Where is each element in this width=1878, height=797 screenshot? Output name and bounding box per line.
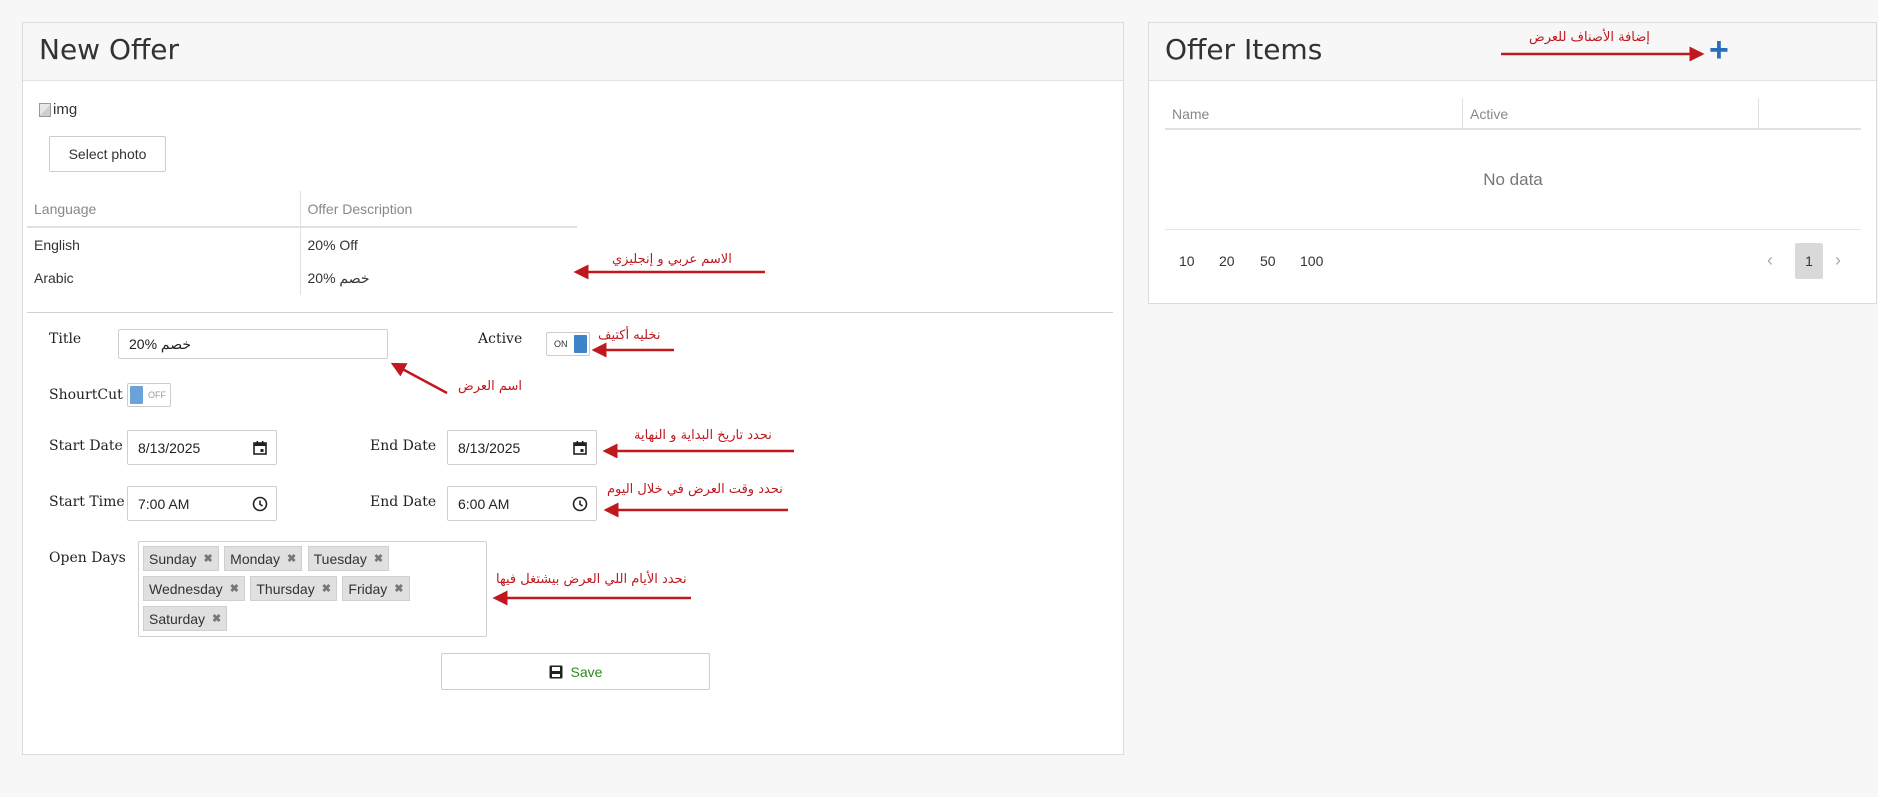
- start-date-input[interactable]: 8/13/2025: [127, 430, 277, 465]
- column-active[interactable]: Active: [1462, 98, 1758, 128]
- toggle-knob: [574, 335, 587, 353]
- page-size-50[interactable]: 50: [1260, 253, 1276, 269]
- day-tag-label: Tuesday: [313, 550, 367, 567]
- chevron-right-icon[interactable]: ›: [1835, 250, 1841, 271]
- shortcut-toggle-text: OFF: [148, 390, 166, 400]
- page-size-100[interactable]: 100: [1300, 253, 1323, 269]
- save-button-label: Save: [570, 663, 603, 680]
- start-date-label: Start Date: [49, 438, 123, 454]
- pagination: 10 20 50 100 ‹ 1 ›: [1165, 241, 1861, 281]
- day-tag-thursday: Thursday ✖: [250, 576, 337, 601]
- remove-icon[interactable]: ✖: [322, 582, 331, 595]
- end-time-value: 6:00 AM: [458, 495, 510, 512]
- offer-items-panel: Offer Items + Name Active No data 10 20 …: [1148, 22, 1877, 304]
- shortcut-label: ShourtCut: [49, 387, 123, 403]
- day-tag-sunday: Sunday ✖: [143, 546, 219, 571]
- save-icon: [549, 665, 563, 678]
- empty-state: No data: [1165, 130, 1861, 230]
- remove-icon[interactable]: ✖: [394, 582, 403, 595]
- day-tag-label: Friday: [348, 580, 388, 597]
- day-tag-label: Sunday: [149, 550, 197, 567]
- column-offer-description[interactable]: Offer Description: [299, 191, 577, 228]
- toggle-knob: [130, 386, 143, 404]
- start-time-label: Start Time: [49, 494, 125, 510]
- offer-items-title: Offer Items: [1165, 33, 1323, 66]
- active-label: Active: [478, 331, 523, 347]
- day-tag-label: Monday: [230, 550, 280, 567]
- broken-image-icon: [39, 102, 51, 117]
- day-tag-tuesday: Tuesday ✖: [307, 546, 390, 571]
- title-label: Title: [49, 331, 82, 347]
- remove-icon[interactable]: ✖: [374, 552, 383, 565]
- day-tag-label: Thursday: [256, 580, 315, 597]
- language-cell: English: [34, 236, 80, 253]
- items-table-header: Name Active: [1165, 98, 1861, 130]
- annotation-times: نحدد وقت العرض في خلال اليوم: [607, 482, 783, 497]
- offer-image-alt: img: [53, 101, 78, 118]
- shortcut-toggle[interactable]: OFF: [127, 383, 171, 407]
- day-tag-label: Saturday: [149, 610, 206, 627]
- add-item-icon[interactable]: +: [1709, 33, 1729, 67]
- remove-icon[interactable]: ✖: [212, 612, 221, 625]
- page-size-20[interactable]: 20: [1219, 253, 1235, 269]
- column-actions: [1758, 98, 1861, 128]
- language-table-header: Language Offer Description: [27, 191, 577, 228]
- page-number[interactable]: 1: [1795, 243, 1823, 279]
- end-date-label: End Date: [370, 438, 437, 454]
- start-time-input[interactable]: 7:00 AM: [127, 486, 277, 521]
- clock-icon[interactable]: [572, 496, 588, 512]
- end-date-value: 8/13/2025: [458, 439, 521, 456]
- annotation-days: نحدد الأيام اللي العرض بيشتغل فيها: [496, 572, 687, 587]
- table-row[interactable]: English 20% Off: [27, 227, 577, 261]
- annotation-dates: نحدد تاريخ البداية و النهاية: [634, 428, 772, 443]
- active-toggle-text: ON: [554, 339, 568, 349]
- save-button[interactable]: Save: [441, 653, 710, 690]
- description-cell[interactable]: 20% خصم: [299, 261, 577, 295]
- annotation-name-languages: الاسم عربي و إنجليزي: [612, 252, 732, 267]
- annotation-add-items: إضافة الأصناف للعرض: [1529, 30, 1650, 45]
- offer-items-header: Offer Items +: [1149, 23, 1876, 81]
- open-days-select[interactable]: Sunday ✖ Monday ✖ Tuesday ✖ Wednesday ✖ Thur…: [138, 541, 487, 637]
- new-offer-header: New Offer: [23, 23, 1123, 81]
- remove-icon[interactable]: ✖: [287, 552, 296, 565]
- start-date-value: 8/13/2025: [138, 439, 201, 456]
- new-offer-panel: New Offer img Select photo Language Offe…: [22, 22, 1124, 755]
- day-tag-wednesday: Wednesday ✖: [143, 576, 245, 601]
- chevron-left-icon[interactable]: ‹: [1767, 250, 1773, 271]
- column-name[interactable]: Name: [1165, 98, 1462, 128]
- remove-icon[interactable]: ✖: [203, 552, 212, 565]
- divider: [27, 312, 1113, 313]
- new-offer-title: New Offer: [39, 33, 180, 66]
- open-days-label: Open Days: [49, 550, 126, 566]
- active-toggle[interactable]: ON: [546, 332, 590, 356]
- page-size-10[interactable]: 10: [1179, 253, 1195, 269]
- annotation-make-active: نخليه أكتيف: [598, 328, 661, 343]
- day-tag-label: Wednesday: [149, 580, 223, 597]
- offer-image: img: [39, 101, 77, 118]
- language-table: Language Offer Description English 20% O…: [27, 191, 577, 295]
- calendar-icon[interactable]: [252, 440, 268, 456]
- language-cell: Arabic: [34, 270, 74, 286]
- start-time-value: 7:00 AM: [138, 495, 190, 512]
- title-input[interactable]: 20% خصم: [118, 329, 388, 359]
- day-tag-monday: Monday ✖: [224, 546, 303, 571]
- end-time-input[interactable]: 6:00 AM: [447, 486, 597, 521]
- day-tag-friday: Friday ✖: [342, 576, 410, 601]
- description-cell[interactable]: 20% Off: [299, 227, 577, 261]
- table-row[interactable]: Arabic 20% خصم: [27, 261, 577, 295]
- end-time-label: End Date: [370, 494, 437, 510]
- clock-icon[interactable]: [252, 496, 268, 512]
- day-tag-saturday: Saturday ✖: [143, 606, 228, 631]
- title-input-value: 20% خصم: [129, 335, 192, 352]
- remove-icon[interactable]: ✖: [230, 582, 239, 595]
- select-photo-button[interactable]: Select photo: [49, 136, 166, 172]
- calendar-icon[interactable]: [572, 440, 588, 456]
- end-date-input[interactable]: 8/13/2025: [447, 430, 597, 465]
- column-language[interactable]: Language: [27, 191, 300, 228]
- annotation-offer-name: اسم العرض: [458, 379, 523, 394]
